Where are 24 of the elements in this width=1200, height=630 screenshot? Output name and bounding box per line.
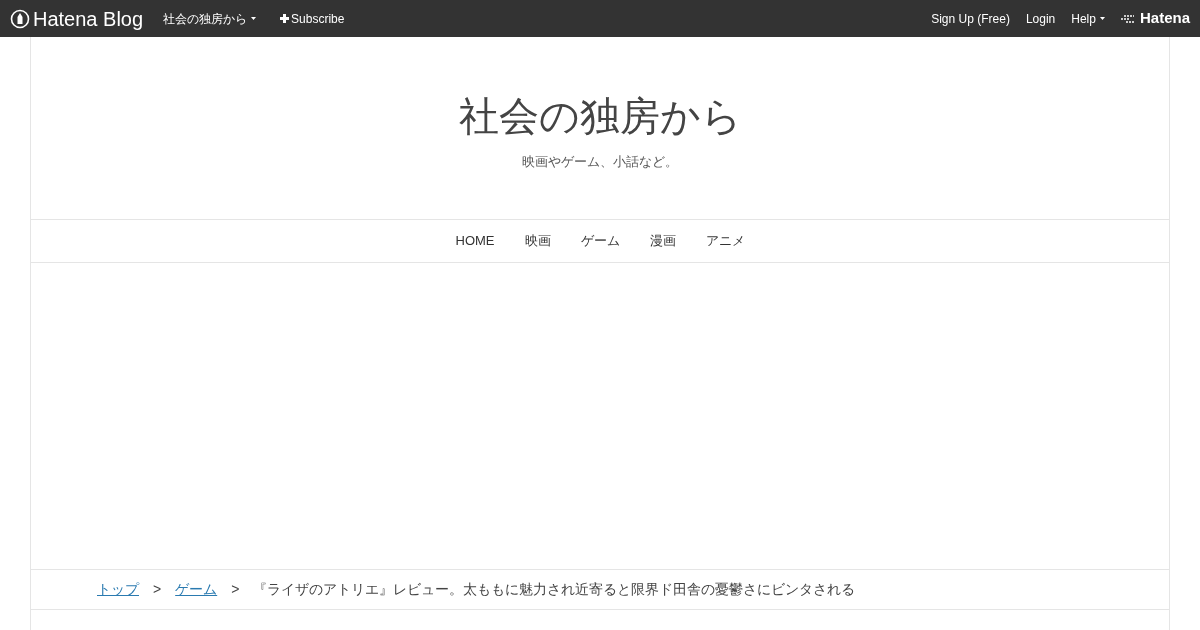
hatena-mark-icon — [1120, 13, 1137, 24]
nav-link[interactable]: 漫画 — [649, 231, 676, 251]
breadcrumb-link[interactable]: ゲーム — [175, 579, 218, 600]
hatena-logo[interactable]: Hatena — [1120, 7, 1190, 30]
subscribe-button[interactable]: Subscribe — [280, 9, 345, 28]
nav-link[interactable]: 映画 — [524, 231, 551, 251]
breadcrumb-text: > — [153, 580, 162, 599]
breadcrumb-link[interactable]: トップ — [97, 579, 139, 600]
logo-icon — [10, 8, 30, 29]
nav-link[interactable]: HOME — [455, 231, 495, 251]
help-menu[interactable]: Help — [1071, 9, 1105, 28]
nav-link[interactable]: ゲーム — [580, 231, 620, 251]
caret-icon — [1099, 17, 1105, 20]
breadcrumb-text: > — [231, 580, 240, 599]
plus-icon — [280, 14, 290, 23]
blog-description: 映画やゲーム、小話など。 — [522, 153, 678, 171]
blog-logo[interactable]: Hatena Blog — [10, 8, 144, 29]
caret-icon — [251, 17, 257, 20]
blog-menu[interactable]: 社会の独房から — [163, 9, 257, 28]
breadcrumb-text: 『ライザのアトリエ』レビュー。太ももに魅力され近寄ると限界ド田舎の憂鬱さにビンタされる — [253, 580, 856, 599]
blog-title[interactable]: 社会の独房から — [458, 92, 742, 140]
nav-link[interactable]: アニメ — [705, 231, 745, 251]
top-bar-link[interactable]: Login — [1025, 9, 1056, 28]
top-bar-link[interactable]: Sign Up (Free) — [931, 9, 1010, 28]
